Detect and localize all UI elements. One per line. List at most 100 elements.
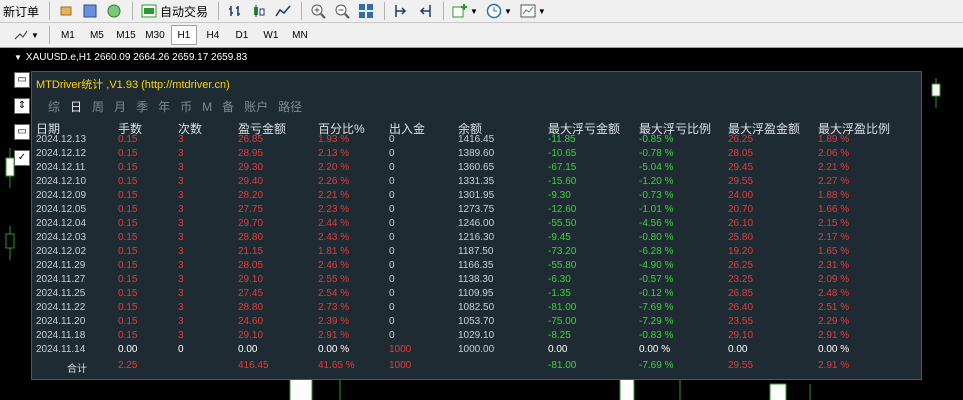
table-cell: 0	[389, 204, 395, 215]
timeframe-m15-button[interactable]: M15	[113, 25, 139, 45]
table-cell: 3	[178, 302, 184, 313]
table-cell: 26.25	[728, 134, 754, 145]
timeframe-d1-button[interactable]: D1	[229, 25, 255, 45]
timeframe-m5-button[interactable]: M5	[84, 25, 110, 45]
bar-chart-button[interactable]	[224, 1, 246, 21]
table-row: 2024.11.25 0.15 3 27.45 2.54 % 0 1109.95 -1.35 -…	[32, 288, 921, 302]
tab-6[interactable]: 币	[180, 100, 192, 114]
table-cell: -8.25	[548, 330, 571, 341]
table-cell: 0	[389, 246, 395, 257]
table-cell: 3	[178, 176, 184, 187]
table-row: 2024.12.10 0.15 3 29.40 2.26 % 0 1331.35 -15.60…	[32, 176, 921, 190]
table-cell: 0.15	[118, 204, 138, 215]
toolbar-separator	[218, 2, 220, 20]
tab-2[interactable]: 周	[92, 100, 104, 114]
table-cell: 0.00 %	[818, 344, 850, 355]
symbol-info: ▼ XAUUSD.e,H1 2660.09 2664.26 2659.17 265…	[14, 52, 247, 63]
table-cell: 2.27 %	[818, 176, 850, 187]
table-cell: 2024.12.13	[36, 134, 87, 145]
auto-trade-label: 自动交易	[160, 4, 209, 19]
tab-4[interactable]: 季	[136, 100, 148, 114]
table-cell: -0.12 %	[639, 288, 674, 299]
table-cell: 3	[178, 288, 184, 299]
table-cell: -5.04 %	[639, 162, 674, 173]
line-chart-button[interactable]	[272, 1, 294, 21]
table-cell: -4.56 %	[639, 218, 674, 229]
chevron-down-icon: ▼	[470, 6, 478, 16]
new-order-button[interactable]: 新订单	[0, 1, 42, 21]
table-cell: 0.15	[118, 176, 138, 187]
hide-icon[interactable]: ▭	[14, 124, 30, 140]
timeframe-h1-button[interactable]: H1	[170, 25, 197, 45]
eraser-button[interactable]	[55, 1, 77, 21]
table-cell: 2024.12.05	[36, 204, 87, 215]
tab-8[interactable]: 备	[222, 100, 234, 114]
timeframe-mn-button[interactable]: MN	[287, 25, 313, 45]
candle-chart-icon	[254, 5, 265, 17]
table-cell: 2024.12.12	[36, 148, 87, 159]
table-cell: 2.39 %	[318, 316, 350, 327]
timeframe-m30-button[interactable]: M30	[142, 25, 168, 45]
timeframe-m1-button[interactable]: M1	[55, 25, 81, 45]
table-cell: 0	[389, 218, 395, 229]
line-chart-icon	[275, 5, 291, 17]
zoom-in-icon	[311, 4, 326, 19]
table-cell: 2.17 %	[818, 232, 850, 243]
tab-1[interactable]: 日	[70, 100, 82, 114]
table-cell: 2.91 %	[818, 330, 850, 341]
zoom-out-button[interactable]	[331, 1, 353, 21]
tab-10[interactable]: 路径	[278, 100, 302, 114]
table-cell: 0	[389, 134, 395, 145]
tab-5[interactable]: 年	[158, 100, 170, 114]
table-cell: 28.05	[238, 260, 264, 271]
periods-button[interactable]: ▼	[483, 1, 515, 21]
tab-3[interactable]: 月	[114, 100, 126, 114]
table-cell: 2.73 %	[318, 302, 350, 313]
timeframe-h4-button[interactable]: H4	[200, 25, 226, 45]
table-cell: -7.29 %	[639, 316, 674, 327]
table-cell: 23.25	[728, 274, 754, 285]
table-cell: 0.15	[118, 218, 138, 229]
table-cell: 0.15	[118, 274, 138, 285]
tab-7[interactable]: M	[202, 100, 212, 114]
tile-windows-button[interactable]	[355, 1, 377, 21]
strategy-tester-button[interactable]	[79, 1, 101, 21]
table-cell: 2.54 %	[318, 288, 350, 299]
tab-9[interactable]: 账户	[244, 100, 268, 114]
add-indicator-button[interactable]: ▼	[449, 1, 481, 21]
table-cell: 1301.95	[458, 190, 495, 201]
resize-icon[interactable]: ⇕	[14, 98, 30, 114]
table-cell: 2024.12.10	[36, 176, 87, 187]
zoom-in-button[interactable]	[307, 1, 329, 21]
total-deposit: 1000	[389, 360, 412, 371]
checkmark-icon[interactable]: ✓	[14, 150, 30, 166]
table-cell: 3	[178, 274, 184, 285]
table-cell: 2.46 %	[318, 260, 350, 271]
table-cell: -6.30	[548, 274, 571, 285]
table-cell: 2.21 %	[818, 162, 850, 173]
table-row: 2024.12.02 0.15 3 21.15 1.81 % 0 1187.50 -73.20…	[32, 246, 921, 260]
candle-chart-button[interactable]	[248, 1, 270, 21]
line-studies-button[interactable]: ▼	[10, 25, 42, 45]
table-cell: 2.15 %	[818, 218, 850, 229]
timeframe-w1-button[interactable]: W1	[258, 25, 284, 45]
clock-icon	[486, 3, 502, 19]
total-max-float-profit: 29.55	[728, 360, 754, 371]
new-order-label: 新订单	[3, 4, 40, 19]
panel-controls: ▭ ⇕ ▭ ✓	[14, 72, 30, 176]
table-cell: 0	[389, 190, 395, 201]
table-cell: 2.31 %	[818, 260, 850, 271]
auto-trade-button[interactable]: 自动交易	[138, 1, 211, 21]
table-cell: 28.20	[238, 190, 264, 201]
table-cell: 3	[178, 218, 184, 229]
minimize-icon[interactable]: ▭	[14, 72, 30, 88]
tab-0[interactable]: 综	[48, 100, 60, 114]
signals-button[interactable]	[103, 1, 125, 21]
table-cell: 1187.50	[458, 246, 494, 257]
autoscroll-button[interactable]	[414, 1, 436, 21]
chart-shift-button[interactable]	[390, 1, 412, 21]
chart-shift-icon	[395, 5, 407, 17]
templates-button[interactable]: ▼	[517, 1, 549, 21]
signals-icon	[107, 4, 121, 18]
table-cell: 0.00	[238, 344, 258, 355]
